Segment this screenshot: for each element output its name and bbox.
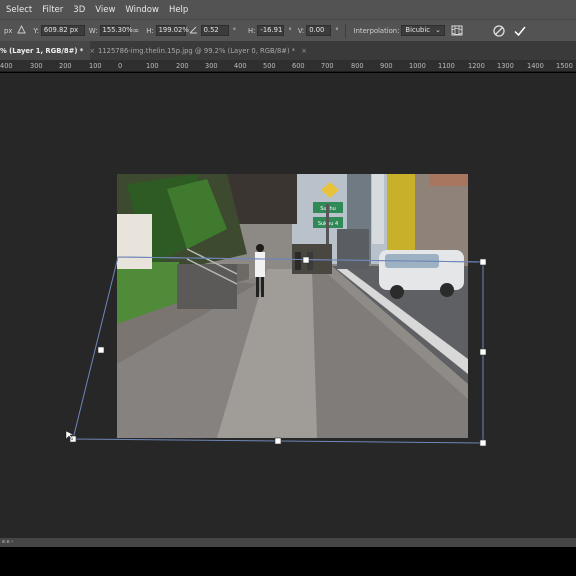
transform-handle-left[interactable] [97,346,105,354]
bottom-letterbox [0,547,576,576]
ruler-label: 200 [176,62,189,70]
x-units-label: px [4,26,13,35]
ruler-label: 100 [89,62,102,70]
ruler-label: 1400 [527,62,544,70]
separator [344,23,346,38]
y-label: Y: [33,26,39,35]
close-icon[interactable]: × [301,47,307,55]
transform-handle-top[interactable] [302,256,310,264]
transform-handle-top-right[interactable] [479,258,487,266]
transform-top-edge[interactable] [117,256,484,263]
transform-handle-bottom-right[interactable] [479,439,487,447]
ruler-label: 1200 [468,62,485,70]
menu-bar: Select Filter 3D View Window Help [0,0,576,19]
interpolation-label: Interpolation: [353,26,400,35]
ruler-label: 1300 [497,62,514,70]
chevron-down-icon: ⌄ [435,26,441,34]
status-bar: e.e › [0,538,576,547]
ruler-label: 900 [380,62,393,70]
interpolation-select[interactable]: Bicubic ⌄ [401,25,445,36]
ruler-label: 400 [0,62,13,70]
menu-select[interactable]: Select [0,5,37,15]
reference-point-icon[interactable] [17,24,27,36]
ruler-label: 600 [292,62,305,70]
ruler-label: 400 [234,62,247,70]
free-transform-overlay [65,256,487,447]
vskew-unit: ° [335,26,339,35]
ruler-label: 100 [146,62,159,70]
ruler-label: 800 [351,62,364,70]
ruler-label: 1100 [438,62,455,70]
ruler-label: 0 [118,62,123,70]
tab-label: % (Layer 1, RGB/8#) * [0,46,84,55]
y-field[interactable]: 609.82 px [40,25,85,36]
rotate-angle-field[interactable]: 0.52 [200,25,229,36]
cancel-icon[interactable] [492,24,506,38]
tab-img-thelin[interactable]: 1125786-img.thelin.15p.jpg @ 99.2% (Laye… [90,41,313,60]
document-canvas[interactable]: Sukhu Sukhu 4 [0,73,576,538]
transform-handle-right[interactable] [479,348,487,356]
ruler-label: 700 [321,62,334,70]
w-label: W: [88,26,98,35]
menu-3d[interactable]: 3D [68,5,90,15]
tab-layer-1[interactable]: % (Layer 1, RGB/8#) * × [0,41,95,60]
ruler-label: 200 [59,62,72,70]
status-text: e.e › [2,539,14,545]
link-icon[interactable]: ∞ [133,26,140,35]
interpolation-value: Bicubic [405,26,430,34]
hskew-label: H: [248,26,256,35]
ruler-label: 500 [263,62,276,70]
angle-icon [189,25,198,36]
tab-label: 1125786-img.thelin.15p.jpg @ 99.2% (Laye… [98,46,296,55]
horizontal-ruler[interactable]: 400 300 200 100 0 100 200 300 400 500 60… [0,60,576,72]
transform-bounding-box[interactable] [72,256,484,444]
menu-window[interactable]: Window [120,5,164,15]
ruler-label: 300 [205,62,218,70]
warp-icon[interactable] [450,24,464,38]
document-tabs: % (Layer 1, RGB/8#) * × 1125786-img.thel… [0,41,576,60]
hskew-unit: ° [288,26,292,35]
options-bar: px Y: 609.82 px W: 155.30% ∞ H: 199.02% … [0,19,576,41]
horizontal-skew-field[interactable]: -16.91 [257,25,285,36]
vskew-label: V: [297,26,305,35]
ruler-label: 1000 [409,62,426,70]
menu-filter[interactable]: Filter [37,5,68,15]
menu-view[interactable]: View [90,5,120,15]
ruler-label: 300 [30,62,43,70]
menu-help[interactable]: Help [164,5,193,15]
width-percent-field[interactable]: 155.30% [99,25,133,36]
height-percent-field[interactable]: 199.02% [155,25,189,36]
ruler-label: 1500 [556,62,573,70]
angle-unit: ° [232,26,236,35]
h-label: H: [146,26,154,35]
commit-check-icon[interactable] [513,24,527,38]
transform-handle-bottom[interactable] [274,437,282,445]
vertical-skew-field[interactable]: 0.00 [306,25,332,36]
